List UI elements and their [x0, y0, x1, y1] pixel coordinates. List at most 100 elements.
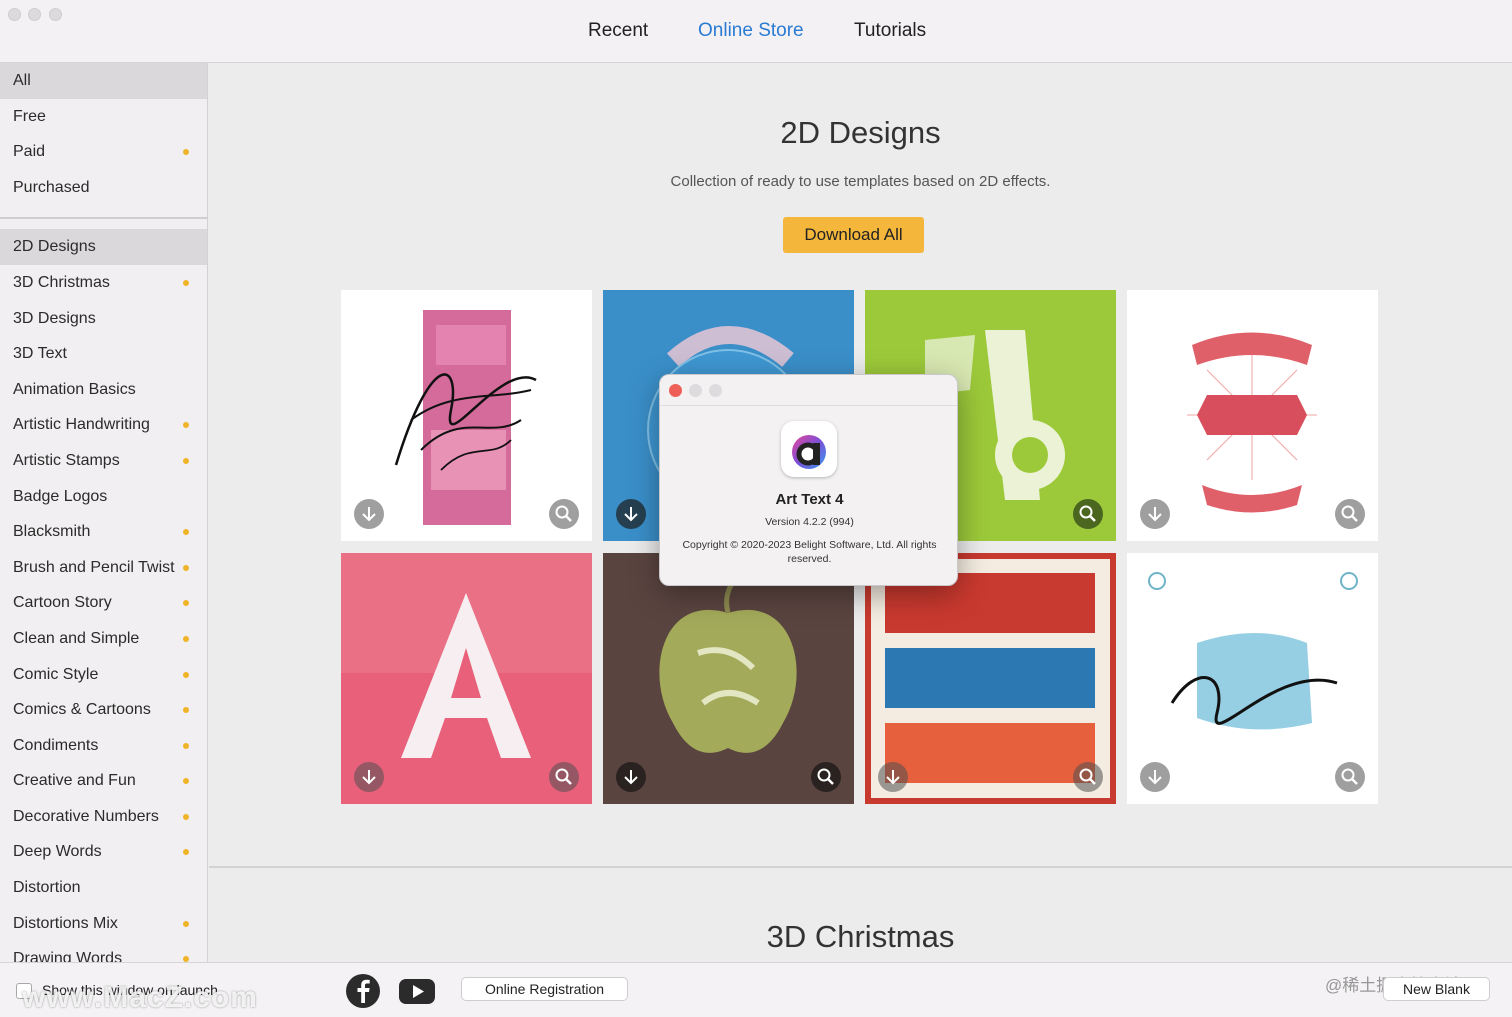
- sidebar-categories: 2D Designs 3D Christmas 3D Designs 3D Text A…: [0, 229, 207, 962]
- sidebar-item-3d-text[interactable]: 3D Text: [0, 336, 207, 372]
- template-thumb-live-and-learn[interactable]: [603, 553, 854, 804]
- tab-online-store[interactable]: Online Store: [698, 20, 804, 42]
- title-bar: Recent Online Store Tutorials: [0, 0, 1512, 63]
- about-dialog: Art Text 4 Version 4.2.2 (994) Copyright…: [659, 374, 958, 586]
- sidebar-item-distortion[interactable]: Distortion: [0, 870, 207, 906]
- sidebar-item-free[interactable]: Free: [0, 99, 207, 135]
- sidebar-item-3d-designs[interactable]: 3D Designs: [0, 301, 207, 337]
- template-thumb-haste-makes-waste[interactable]: [865, 553, 1116, 804]
- sidebar-item-decorative-numbers[interactable]: Decorative Numbers: [0, 799, 207, 835]
- sidebar-item-2d-designs[interactable]: 2D Designs: [0, 229, 207, 265]
- paid-dot-icon: [183, 422, 189, 429]
- sidebar-item-condiments[interactable]: Condiments: [0, 728, 207, 764]
- tab-recent[interactable]: Recent: [588, 20, 648, 42]
- sidebar-item-label: Animation Basics: [13, 380, 136, 398]
- new-blank-button[interactable]: New Blank: [1383, 977, 1490, 1001]
- template-thumb-keep-it-simple[interactable]: [1127, 553, 1378, 804]
- sidebar-item-deep-words[interactable]: Deep Words: [0, 834, 207, 870]
- app-name: Art Text 4: [775, 491, 844, 508]
- section-title-next: 3D Christmas: [766, 919, 955, 954]
- facebook-icon[interactable]: [345, 973, 381, 1009]
- zoom-icon[interactable]: [1073, 499, 1103, 529]
- sidebar-item-label: Blacksmith: [13, 523, 91, 541]
- sidebar-item-artistic-handwriting[interactable]: Artistic Handwriting: [0, 407, 207, 443]
- paid-dot-icon: [183, 457, 189, 464]
- dialog-close-button[interactable]: [669, 384, 682, 397]
- sidebar-item-blacksmith[interactable]: Blacksmith: [0, 514, 207, 550]
- sidebar-item-animation-basics[interactable]: Animation Basics: [0, 372, 207, 408]
- dialog-minimize-button: [689, 384, 702, 397]
- download-icon[interactable]: [878, 762, 908, 792]
- download-all-button[interactable]: Download All: [783, 217, 924, 253]
- paid-dot-icon: [183, 564, 189, 571]
- app-copyright: Copyright © 2020-2023 Belight Software, …: [682, 539, 937, 565]
- sidebar-item-brush-and-pencil-twist[interactable]: Brush and Pencil Twist: [0, 550, 207, 586]
- sidebar-item-artistic-stamps[interactable]: Artistic Stamps: [0, 443, 207, 479]
- sidebar-item-label: Comics & Cartoons: [13, 701, 151, 719]
- download-icon[interactable]: [1140, 499, 1170, 529]
- sidebar-item-distortions-mix[interactable]: Distortions Mix: [0, 906, 207, 942]
- template-thumb-handwriting[interactable]: [341, 290, 592, 541]
- sidebar-item-label: Creative and Fun: [13, 772, 136, 790]
- sidebar-item-purchased[interactable]: Purchased: [0, 170, 207, 206]
- download-icon[interactable]: [616, 762, 646, 792]
- zoom-icon[interactable]: [1335, 762, 1365, 792]
- paid-dot-icon: [183, 920, 189, 927]
- template-thumb-art-text-a[interactable]: [341, 553, 592, 804]
- sidebar: All Free Paid Purchased 2D Designs 3D Christ…: [0, 63, 208, 962]
- paid-dot-icon: [183, 635, 189, 642]
- sidebar-item-badge-logos[interactable]: Badge Logos: [0, 479, 207, 515]
- paid-dot-icon: [183, 600, 189, 607]
- window-close-button[interactable]: [8, 8, 21, 21]
- sidebar-item-label: Comic Style: [13, 665, 99, 683]
- dialog-zoom-button: [709, 384, 722, 397]
- download-icon[interactable]: [354, 762, 384, 792]
- watermark-left: www.MacZ.com: [22, 981, 258, 1014]
- sidebar-item-label: Condiments: [13, 736, 99, 754]
- sidebar-item-label: Artistic Handwriting: [13, 416, 150, 434]
- zoom-icon[interactable]: [549, 499, 579, 529]
- sidebar-item-label: 3D Christmas: [13, 273, 110, 291]
- download-icon[interactable]: [616, 499, 646, 529]
- sidebar-item-label: Decorative Numbers: [13, 807, 159, 825]
- sidebar-item-label: All: [13, 72, 31, 89]
- sidebar-item-comic-style[interactable]: Comic Style: [0, 657, 207, 693]
- tab-tutorials[interactable]: Tutorials: [854, 20, 926, 42]
- sidebar-item-drawing-words[interactable]: Drawing Words: [0, 941, 207, 962]
- sidebar-item-label: Clean and Simple: [13, 629, 140, 647]
- zoom-icon[interactable]: [1335, 499, 1365, 529]
- window-minimize-button[interactable]: [28, 8, 41, 21]
- dialog-titlebar: [660, 375, 957, 406]
- zoom-icon[interactable]: [811, 762, 841, 792]
- sidebar-item-creative-and-fun[interactable]: Creative and Fun: [0, 763, 207, 799]
- sidebar-item-clean-and-simple[interactable]: Clean and Simple: [0, 621, 207, 657]
- sidebar-item-label: Purchased: [13, 178, 90, 196]
- paid-dot-icon: [183, 778, 189, 785]
- sidebar-item-label: Paid: [13, 143, 46, 161]
- section-divider: [209, 866, 1512, 868]
- paid-dot-icon: [183, 707, 189, 714]
- window-zoom-button[interactable]: [49, 8, 62, 21]
- youtube-icon[interactable]: [398, 973, 436, 1009]
- download-icon[interactable]: [354, 499, 384, 529]
- zoom-icon[interactable]: [1073, 762, 1103, 792]
- zoom-icon[interactable]: [549, 762, 579, 792]
- download-icon[interactable]: [1140, 762, 1170, 792]
- sidebar-filters: All Free Paid Purchased: [0, 63, 207, 205]
- section-description: Collection of ready to use templates bas…: [670, 173, 1051, 190]
- sidebar-item-comics-cartoons[interactable]: Comics & Cartoons: [0, 692, 207, 728]
- template-thumb-fortune[interactable]: [1127, 290, 1378, 541]
- paid-dot-icon: [183, 529, 189, 536]
- app-icon: [781, 421, 837, 477]
- sidebar-item-cartoon-story[interactable]: Cartoon Story: [0, 585, 207, 621]
- sidebar-item-label: Distortions Mix: [13, 914, 118, 932]
- online-registration-button[interactable]: Online Registration: [461, 977, 628, 1001]
- paid-dot-icon: [183, 671, 189, 678]
- sidebar-item-label: 3D Designs: [13, 309, 96, 327]
- sidebar-item-label: Drawing Words: [13, 950, 123, 962]
- sidebar-item-paid[interactable]: Paid: [0, 134, 207, 170]
- paid-dot-icon: [183, 279, 189, 286]
- sidebar-item-3d-christmas[interactable]: 3D Christmas: [0, 265, 207, 301]
- sidebar-item-all[interactable]: All: [0, 63, 207, 99]
- paid-dot-icon: [183, 813, 189, 820]
